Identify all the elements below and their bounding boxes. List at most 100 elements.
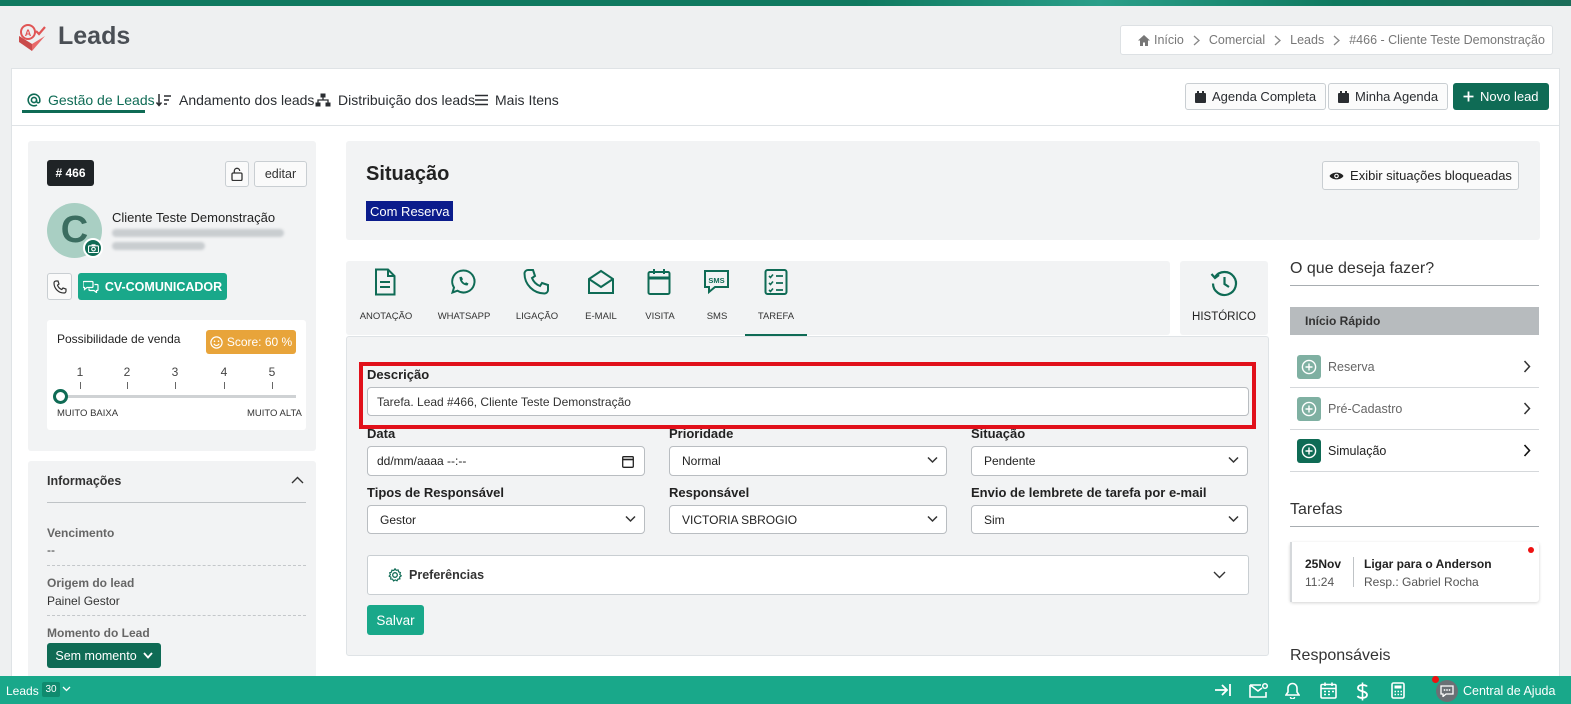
call-button[interactable] [47,273,72,300]
situacao-title: Situação [366,163,450,185]
envio-lembrete-select[interactable]: Sim [971,505,1248,534]
calculator-icon[interactable] [1391,682,1405,699]
tipos-responsavel-select[interactable]: Gestor [367,505,645,534]
responsavel-select[interactable]: VICTORIA SBROGIO [669,505,947,534]
phone-icon[interactable] [523,268,550,296]
field-value-vencimento: -- [47,543,55,557]
task-title: Ligar para o Anderson [1364,557,1492,571]
novo-lead-button[interactable]: Novo lead [1453,83,1549,110]
svg-text:A: A [25,28,32,38]
possibility-label: Possibilidade de venda [57,332,181,346]
exibir-bloqueadas-button[interactable]: Exibir situações bloqueadas [1322,161,1519,190]
salvar-button[interactable]: Salvar [367,605,424,635]
chevron-up-icon[interactable] [291,476,304,484]
action-label-sms[interactable]: SMS [687,311,747,322]
responsaveis-title: Responsáveis [1290,647,1391,664]
inicio-rapido-header: Início Rápido [1290,307,1539,335]
client-name: Cliente Teste Demonstração [112,210,276,225]
plus-circle-icon [1297,439,1321,463]
tab-distribuicao-dos-leads[interactable]: Distribuição dos leads [315,88,475,112]
whatsapp-icon[interactable] [450,268,477,296]
help-chat-icon[interactable] [1436,680,1458,702]
menu-icon [475,94,488,106]
chevron-down-icon[interactable] [62,686,71,692]
scale-tick [224,382,225,389]
breadcrumb: Início Comercial Leads #466 - Cliente Te… [1120,25,1553,55]
camera-icon[interactable] [83,238,103,258]
tab-gestao-de-leads[interactable]: Gestão de Leads [27,88,155,112]
situacao-select[interactable]: Pendente [971,446,1248,476]
phone-icon [52,279,67,294]
breadcrumb-leads[interactable]: Leads [1290,33,1324,47]
data-input[interactable]: dd/mm/aaaa --:-- [367,446,645,476]
edit-button[interactable]: editar [254,161,307,187]
mail-settings-icon[interactable] [1249,682,1269,699]
action-label-visita[interactable]: VISITA [630,311,690,322]
active-tab-indicator [22,110,145,113]
hierarchy-icon [315,93,331,107]
plus-icon [1463,91,1474,102]
preferencias-accordion[interactable]: Preferências [367,555,1249,595]
collapse-right-icon[interactable] [1214,682,1232,698]
o-que-deseja-title: O que deseja fazer? [1290,260,1435,277]
quick-simulacao[interactable]: Simulação [1290,431,1539,471]
highlight-box [359,362,1256,429]
score-badge: Score: 60 % [206,330,296,354]
divider [47,615,306,616]
plus-circle-icon [1297,397,1321,421]
svg-text:SMS: SMS [708,276,724,285]
divider [1290,526,1539,527]
chevron-down-icon [927,515,938,523]
plus-circle-icon [1297,355,1321,379]
chevron-right-icon [1333,35,1341,46]
action-label-anotacao[interactable]: ANOTAÇÃO [356,311,416,322]
divider [1353,557,1354,587]
scale-low-label: MUITO BAIXA [57,408,119,419]
note-icon[interactable] [374,268,396,296]
lock-button[interactable] [225,161,249,187]
sms-icon[interactable]: SMS [703,268,730,296]
cv-comunicador-button[interactable]: CV-COMUNICADOR [78,273,227,300]
breadcrumb-home[interactable]: Início [1137,33,1184,47]
info-title: Informações [47,474,122,488]
checklist-icon[interactable] [764,268,788,296]
possibility-slider-track[interactable] [60,395,296,398]
possibility-slider-thumb[interactable] [53,389,68,404]
task-card-edge [1290,542,1292,602]
tab-mais-itens[interactable]: Mais Itens [475,88,559,112]
chevron-down-icon [1228,515,1239,523]
action-label-ligacao[interactable]: LIGAÇÃO [507,311,567,322]
calendar-icon[interactable] [622,455,634,468]
bell-icon[interactable] [1285,682,1300,699]
chevron-right-icon [1523,402,1531,415]
tarefas-title: Tarefas [1290,501,1343,518]
tab-andamento-dos-leads[interactable]: Andamento dos leads [156,88,314,112]
momento-dropdown-button[interactable]: Sem momento [47,643,161,668]
agenda-completa-button[interactable]: Agenda Completa [1185,83,1327,110]
history-icon[interactable] [1210,269,1239,298]
minha-agenda-button[interactable]: Minha Agenda [1328,83,1449,110]
chevron-right-icon [1523,360,1531,373]
quick-reserva[interactable]: Reserva [1290,347,1539,387]
history-label[interactable]: HISTÓRICO [1180,311,1268,323]
calendar-icon[interactable] [647,268,671,296]
task-responsible: Resp.: Gabriel Rocha [1364,575,1479,589]
action-label-tarefa[interactable]: TAREFA [746,311,806,322]
dollar-icon[interactable] [1356,682,1369,701]
action-label-email[interactable]: E-MAIL [571,311,631,322]
calendar-icon[interactable] [1320,682,1337,699]
envelope-icon[interactable] [587,268,615,296]
prioridade-select[interactable]: Normal [669,446,947,476]
footer-leads-label[interactable]: Leads [6,684,39,698]
eye-icon [1329,172,1344,179]
breadcrumb-current: #466 - Cliente Teste Demonstração [1349,33,1545,47]
scale-high-label: MUITO ALTA [247,408,302,419]
quick-pre-cadastro[interactable]: Pré-Cadastro [1290,389,1539,429]
action-label-whatsapp[interactable]: WHATSAPP [434,311,494,322]
divider [1290,285,1539,286]
task-card[interactable] [1290,542,1539,602]
central-de-ajuda-link[interactable]: Central de Ajuda [1463,684,1555,698]
notification-dot [1528,547,1534,553]
field-value-origem: Painel Gestor [47,594,120,608]
breadcrumb-comercial[interactable]: Comercial [1209,33,1265,47]
